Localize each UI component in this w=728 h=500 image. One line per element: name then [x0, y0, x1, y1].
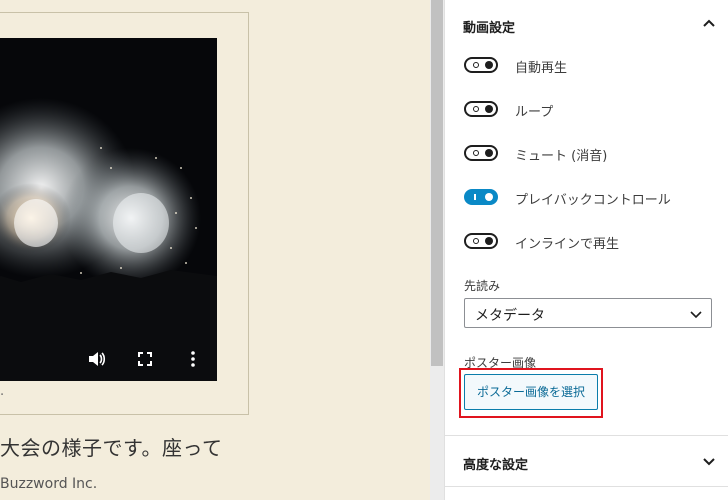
muted-toggle-row[interactable]: ミュート (消音) [464, 142, 724, 166]
autoplay-toggle[interactable] [464, 57, 498, 73]
loop-toggle[interactable] [464, 101, 498, 117]
preload-select[interactable]: メタデータ [464, 298, 712, 328]
playsinline-toggle[interactable] [464, 233, 498, 249]
scrollbar-thumb[interactable] [431, 0, 443, 366]
playsinline-toggle-row[interactable]: インラインで再生 [464, 230, 724, 254]
chevron-down-icon [701, 453, 717, 469]
panel-divider [445, 486, 728, 487]
select-poster-image-button[interactable]: ポスター画像を選択 [464, 374, 598, 410]
editor-canvas: . 大会の様子です。座って Buzzword Inc. [0, 0, 430, 500]
advanced-settings-title: 高度な設定 [463, 458, 529, 473]
toggle-label: プレイバックコントロール [515, 193, 671, 208]
playback-controls-toggle-row[interactable]: プレイバックコントロール [464, 186, 724, 210]
autoplay-toggle-row[interactable]: 自動再生 [464, 54, 724, 78]
loop-toggle-row[interactable]: ループ [464, 98, 724, 122]
block-settings-sidebar: 動画設定 自動再生 ループ ミュート (消音) プレイバックコントロール インラ… [444, 0, 728, 500]
toggle-label: インラインで再生 [515, 237, 620, 252]
video-settings-panel-toggle[interactable]: 動画設定 [445, 0, 728, 50]
toggle-label: ミュート (消音) [515, 149, 608, 164]
video-settings-title: 動画設定 [463, 21, 516, 36]
video-block[interactable] [0, 12, 249, 415]
preload-label: 先読み [464, 279, 501, 293]
fullscreen-icon[interactable] [135, 350, 155, 368]
advanced-settings-panel-toggle[interactable]: 高度な設定 [445, 436, 728, 486]
muted-toggle[interactable] [464, 145, 498, 161]
toggle-label: ループ [515, 105, 554, 120]
playback-controls-toggle[interactable] [464, 189, 498, 205]
chevron-down-icon [689, 306, 703, 320]
volume-icon[interactable] [87, 350, 107, 368]
paragraph-text[interactable]: 大会の様子です。座って [0, 432, 223, 461]
footer-text: Buzzword Inc. [0, 476, 98, 492]
chevron-up-icon [701, 16, 717, 32]
video-player[interactable] [0, 38, 217, 381]
preload-select-value: メタデータ [475, 308, 545, 324]
toggle-label: 自動再生 [515, 61, 568, 76]
fireworks-video-frame [0, 38, 217, 381]
video-caption[interactable]: . [0, 384, 4, 399]
more-options-icon[interactable] [183, 350, 203, 368]
